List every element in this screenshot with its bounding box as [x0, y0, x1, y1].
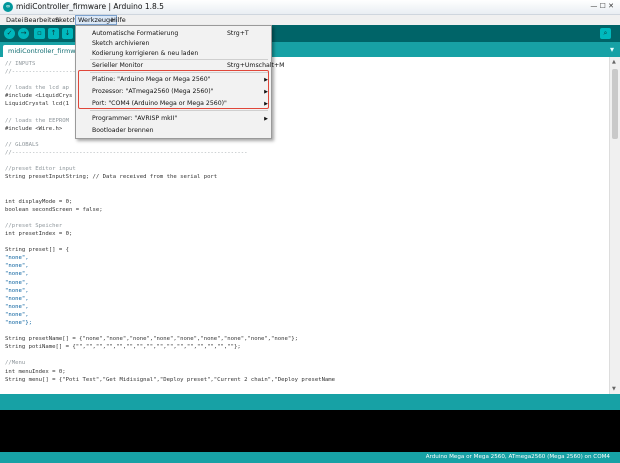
code-line: //preset Speicher	[5, 222, 63, 229]
menu-item-port[interactable]: Port: "COM4 (Arduino Mega or Mega 2560)"…	[76, 99, 271, 109]
menu-item-shortcut: Strg+Umschalt+M	[227, 62, 285, 69]
werkzeuge-dropdown-menu: Automatische Formatierung Strg+T Sketch ar…	[75, 25, 284, 139]
window-controls[interactable]: — ☐ ✕	[590, 2, 614, 10]
menu-item-label: Kodierung korrigieren & neu laden	[92, 50, 199, 57]
menu-item-processor[interactable]: Prozessor: "ATmega2560 (Mega 2560)" ▶	[76, 87, 271, 97]
save-sketch-icon[interactable]: ↓	[62, 28, 73, 39]
status-bar	[0, 394, 620, 410]
menu-separator	[90, 59, 268, 60]
menu-item-label: Automatische Formatierung	[92, 30, 179, 37]
menu-item-auto-format[interactable]: Automatische Formatierung Strg+T	[76, 29, 271, 39]
menu-item-board[interactable]: Platine: "Arduino Mega or Mega 2560" ▶	[76, 75, 271, 85]
menu-item-burn-bootloader[interactable]: Bootloader brennen	[76, 126, 271, 136]
arduino-icon: ∞	[3, 2, 13, 12]
code-line: int menuIndex = 0;	[5, 368, 66, 375]
menu-item-archive-sketch[interactable]: Sketch archivieren	[76, 39, 271, 49]
code-line: "none",	[5, 279, 29, 286]
menu-item-label: Port: "COM4 (Arduino Mega or Mega 2560)"	[92, 100, 227, 107]
scroll-down-icon[interactable]: ▼	[612, 386, 616, 392]
code-line: //--------------------------------------…	[5, 150, 248, 157]
submenu-arrow-icon: ▶	[264, 89, 268, 95]
code-line: // GLOBALS	[5, 141, 39, 148]
menu-item-label: Prozessor: "ATmega2560 (Mega 2560)"	[92, 88, 214, 95]
code-line: int presetIndex = 0;	[5, 230, 73, 237]
code-line: "none",	[5, 295, 29, 302]
scroll-up-icon[interactable]: ▲	[612, 59, 616, 65]
code-line: String presetInputString; // Data receiv…	[5, 174, 218, 181]
code-line: "none",	[5, 271, 29, 278]
menu-item-serial-monitor[interactable]: Serieller Monitor Strg+Umschalt+M	[76, 61, 284, 71]
code-line: boolean secondScreen = false;	[5, 206, 103, 213]
menu-item-shortcut: Strg+T	[227, 30, 249, 37]
menu-bar: Datei Bearbeiten Sketch Werkzeuge Hilfe	[0, 15, 620, 25]
window-title: midiController_firmware | Arduino 1.8.5	[16, 2, 164, 11]
code-line: "none",	[5, 263, 29, 270]
menu-item-fix-encoding[interactable]: Kodierung korrigieren & neu laden	[76, 49, 271, 59]
open-sketch-icon[interactable]: ↑	[48, 28, 59, 39]
editor-scrollbar[interactable]: ▲ ▼	[609, 57, 620, 394]
menu-item-label: Bootloader brennen	[92, 127, 154, 134]
menu-item-label: Serieller Monitor	[92, 62, 144, 69]
menu-separator	[90, 110, 268, 111]
code-line: String potiName[] = {"","","","","","","…	[5, 344, 241, 351]
menu-separator	[90, 72, 268, 73]
code-line: String preset[] = {	[5, 247, 69, 254]
code-line: "none"};	[5, 320, 32, 326]
menu-hilfe[interactable]: Hilfe	[109, 15, 128, 25]
code-line: //preset Editor input	[5, 166, 76, 173]
code-line: String menu[] = {"Poti Test","Get Midisi…	[5, 376, 336, 383]
code-line: "none",	[5, 287, 29, 294]
arduino-ide-window: ∞ midiController_firmware | Arduino 1.8.…	[0, 0, 620, 463]
code-line: "none",	[5, 311, 29, 318]
code-line: int displayMode = 0;	[5, 198, 73, 205]
menu-item-label: Programmer: "AVRISP mkII"	[92, 115, 178, 122]
code-line: String presetName[] = {"none","none","no…	[5, 336, 298, 343]
code-line: "none",	[5, 303, 29, 310]
console-output	[0, 410, 620, 452]
tab-midicontroller-firmware[interactable]: midiController_firmware	[3, 45, 80, 57]
code-line: "none",	[5, 255, 29, 262]
serial-monitor-icon[interactable]: ⌕	[600, 28, 611, 39]
submenu-arrow-icon: ▶	[264, 77, 268, 83]
menu-item-label: Sketch archivieren	[92, 40, 150, 47]
title-bar: ∞ midiController_firmware | Arduino 1.8.…	[0, 0, 620, 15]
verify-icon[interactable]: ✓	[4, 28, 15, 39]
code-line: //Menu	[5, 360, 26, 367]
upload-icon[interactable]: →	[18, 28, 29, 39]
submenu-arrow-icon: ▶	[264, 116, 268, 122]
new-sketch-icon[interactable]: ▫	[34, 28, 45, 39]
submenu-arrow-icon: ▶	[264, 101, 268, 107]
scroll-thumb[interactable]	[612, 69, 618, 139]
menu-item-programmer[interactable]: Programmer: "AVRISP mkII" ▶	[76, 114, 271, 124]
menu-item-label: Platine: "Arduino Mega or Mega 2560"	[92, 76, 211, 83]
tab-menu-chevron-icon[interactable]: ▾	[610, 45, 614, 54]
board-port-info: Arduino Mega or Mega 2560, ATmega2560 (M…	[425, 454, 610, 460]
footer-bar: Arduino Mega or Mega 2560, ATmega2560 (M…	[0, 452, 620, 463]
